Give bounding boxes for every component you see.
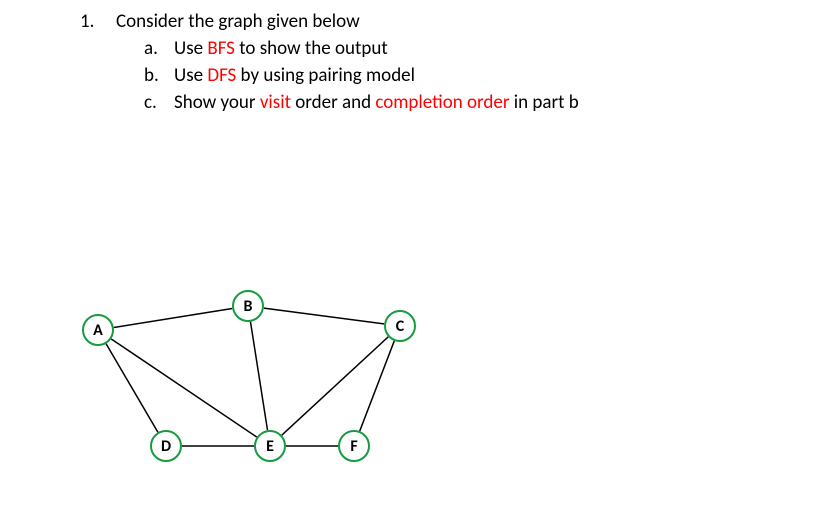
edge-C-E (282, 337, 388, 435)
sub-text: Use DFS by using pairing model (174, 64, 415, 87)
keyword-completion: completion order (375, 91, 509, 114)
edge-A-D (106, 344, 158, 432)
node-E: E (254, 430, 286, 462)
question-number: 1. (80, 10, 116, 33)
node-A: A (82, 314, 114, 346)
keyword-bfs: BFS (207, 37, 235, 60)
keyword-dfs: DFS (207, 64, 236, 87)
sub-items: a. Use BFS to show the output b. Use DFS… (80, 37, 814, 114)
node-F: F (338, 430, 370, 462)
question-block: 1. Consider the graph given below a. Use… (0, 0, 814, 114)
edge-C-F (360, 341, 395, 431)
sub-marker: c. (144, 91, 174, 114)
question-text: Consider the graph given below (116, 10, 360, 33)
sub-marker: b. (144, 64, 174, 87)
node-D: D (150, 430, 182, 462)
sub-text: Use BFS to show the output (174, 37, 388, 60)
node-B: B (232, 290, 264, 322)
edge-B-E (250, 322, 267, 430)
keyword-visit: visit (260, 91, 291, 114)
edge-B-C (264, 308, 384, 324)
sub-item-a: a. Use BFS to show the output (144, 37, 814, 60)
sub-item-b: b. Use DFS by using pairing model (144, 64, 814, 87)
node-C: C (384, 310, 416, 342)
edge-A-B (114, 309, 232, 328)
edge-A-E (111, 339, 256, 437)
sub-marker: a. (144, 37, 174, 60)
sub-text: Show your visit order and completion ord… (174, 91, 579, 114)
main-question: 1. Consider the graph given below (80, 10, 814, 33)
graph-diagram: A B C D E F (70, 270, 440, 460)
sub-item-c: c. Show your visit order and completion … (144, 91, 814, 114)
